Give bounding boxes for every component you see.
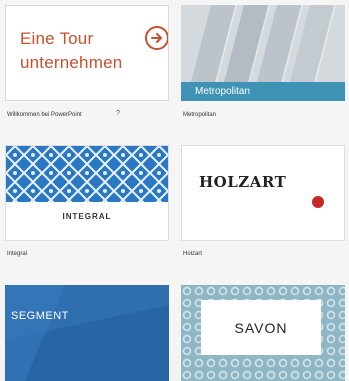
tour-title: Eine Tour unternehmen	[20, 29, 123, 72]
savon-thumb-label: SAVON	[234, 320, 288, 336]
template-card-savon[interactable]: SAVON	[181, 285, 345, 381]
template-thumbnail-savon[interactable]: SAVON	[181, 285, 345, 381]
integral-pattern-graphic	[6, 146, 168, 202]
holzart-dot-graphic	[312, 196, 324, 208]
segment-background-graphic	[5, 285, 169, 381]
template-card-segment[interactable]: SEGMENT	[5, 285, 169, 381]
savon-title-panel: SAVON	[201, 300, 321, 355]
template-caption-tour: Willkommen bei PowerPoint	[7, 112, 82, 118]
template-caption-integral: Integral	[7, 251, 28, 257]
template-card-integral[interactable]: INTEGRAL Integral	[5, 145, 169, 270]
template-thumbnail-segment[interactable]: SEGMENT	[5, 285, 169, 381]
template-caption-metropolitan: Metropolitan	[183, 112, 217, 118]
metropolitan-thumb-label: Metropolitan	[195, 86, 251, 97]
template-caption-holzart: Holzart	[183, 251, 203, 257]
arrow-circle-icon	[145, 26, 168, 50]
segment-thumb-label: SEGMENT	[11, 310, 69, 322]
holzart-thumb-label: HOLZART	[199, 173, 287, 191]
pin-icon[interactable]: ?	[116, 110, 120, 117]
template-thumbnail-integral[interactable]: INTEGRAL	[5, 145, 169, 241]
template-card-holzart[interactable]: HOLZART Holzart	[181, 145, 345, 270]
template-thumbnail-metropolitan[interactable]: Metropolitan	[181, 5, 345, 101]
template-card-tour[interactable]: Eine Tour unternehmen Willkommen bei Pow…	[5, 5, 169, 130]
template-card-metropolitan[interactable]: Metropolitan Metropolitan	[181, 5, 345, 130]
metropolitan-title-band: Metropolitan	[181, 82, 345, 101]
integral-thumb-label: INTEGRAL	[62, 212, 112, 221]
template-thumbnail-tour[interactable]: Eine Tour unternehmen	[5, 5, 169, 101]
template-gallery: Eine Tour unternehmen Willkommen bei Pow…	[0, 0, 349, 381]
template-thumbnail-holzart[interactable]: HOLZART	[181, 145, 345, 241]
